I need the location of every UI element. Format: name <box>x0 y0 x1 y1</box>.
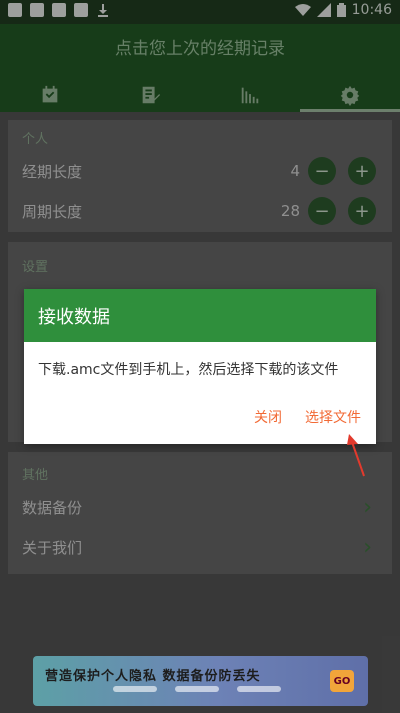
banner-decor <box>113 686 281 692</box>
dialog-title: 接收数据 <box>24 289 376 342</box>
receive-data-dialog: 接收数据 下载.amc文件到手机上，然后选择下载的该文件 关闭 选择文件 <box>24 289 376 444</box>
annotation-arrow-icon <box>347 434 365 477</box>
close-button[interactable]: 关闭 <box>254 407 282 427</box>
banner-go-button[interactable]: GO <box>330 670 354 692</box>
ad-banner[interactable]: 营造保护个人隐私 数据备份防丢失 GO <box>33 656 368 706</box>
dialog-message: 下载.amc文件到手机上，然后选择下载的该文件 <box>38 362 339 378</box>
banner-text: 营造保护个人隐私 数据备份防丢失 <box>45 669 261 684</box>
choose-file-button[interactable]: 选择文件 <box>305 407 361 427</box>
